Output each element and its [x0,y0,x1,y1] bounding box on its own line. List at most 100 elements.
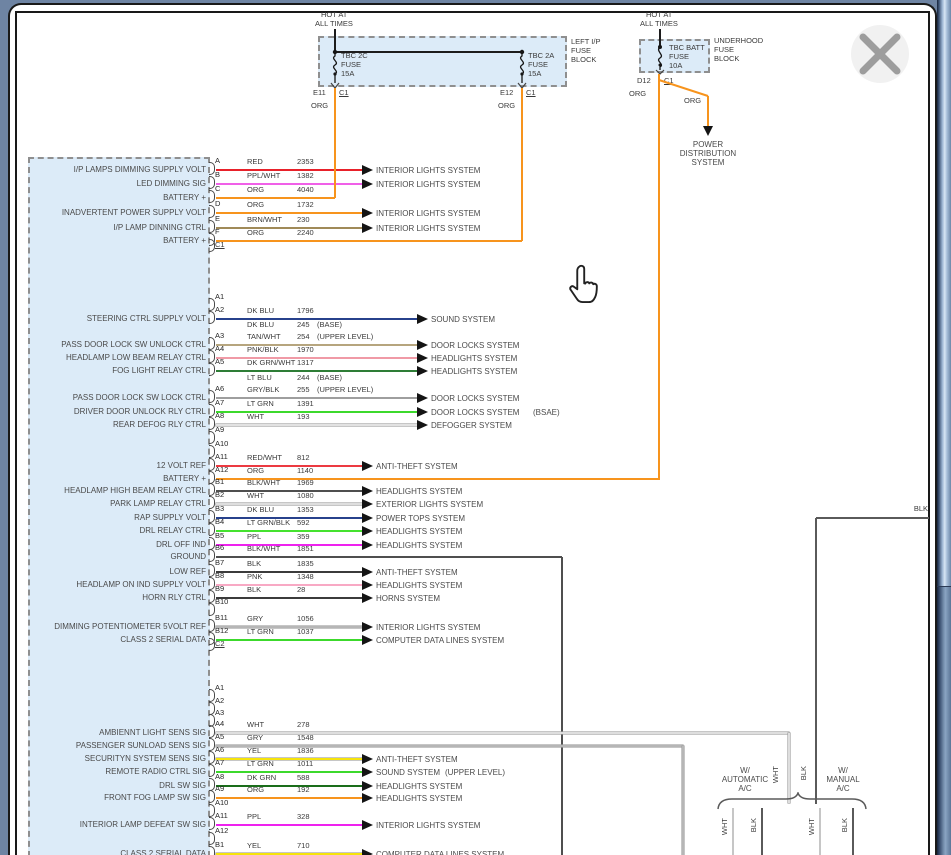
pin-label: A2 [215,306,224,314]
hand-cursor-icon [566,264,602,304]
system-destination-label: POWER TOPS SYSTEM [376,514,465,523]
flow-arrow-icon [362,513,373,523]
pin-label: B10 [215,598,228,606]
fuse-block-name: FUSE [714,46,734,54]
wire-D [216,212,362,214]
wire-color-spec: LT BLU [247,374,272,382]
flow-arrow-icon [362,165,373,175]
wire-color-spec: GRY/BLK [247,386,279,394]
system-destination-label: DEFOGGER SYSTEM [431,421,512,430]
flow-arrow-icon [417,314,428,324]
circuit-number: 592 [297,519,310,527]
option-label-manual-ac: MANUAL [811,775,875,784]
pin-label: B1 [215,841,224,849]
signal-label: DRL RELAY CTRL [30,526,206,535]
option-label-manual-ac: W/ [811,766,875,775]
wire-color-label: ORG [311,102,328,110]
wiring-diagram-canvas[interactable]: HOT ATALL TIMESLEFT I/PFUSEBLOCKTBC 2CFU… [0,0,951,855]
pin-label: B7 [215,559,224,567]
wire-B11 [216,626,362,628]
wire-color-spec: BLK/WHT [247,545,280,553]
flow-arrow-icon [362,208,373,218]
pin-label: A10 [215,440,228,448]
circuit-number: 1970 [297,346,314,354]
signal-label: HEADLAMP ON IND SUPPLY VOLT [30,580,206,589]
signal-label: STEERING CTRL SUPPLY VOLT [30,314,206,323]
wire-color-spec: LT GRN [247,628,274,636]
connector-label: C1 [339,89,349,97]
hot-at-label: ALL TIMES [315,20,353,28]
connector-label: C2 [215,640,225,648]
fuse-symbol [329,47,341,89]
circuit-number: 812 [297,454,310,462]
circuit-number: 278 [297,721,310,729]
wire-A8 [216,424,417,426]
pin-label: A12 [215,827,228,835]
circuit-number: 1317 [297,359,314,367]
wire-color-spec: ORG [247,786,264,794]
signal-label: HORN RLY CTRL [30,593,206,602]
wire-color-spec: LT GRN/BLK [247,519,290,527]
wire-color-spec: BRN/WHT [247,216,282,224]
wire-color-spec: PPL/WHT [247,172,280,180]
wire-color-label-vertical: WHT [720,818,729,835]
system-destination-label: ANTI-THEFT SYSTEM [376,755,458,764]
signal-label: PASS DOOR LOCK SW UNLOCK CTRL [30,340,206,349]
close-button[interactable] [851,25,909,83]
wire-color-spec: DK BLU [247,307,274,315]
system-destination-label: HEADLIGHTS SYSTEM [431,367,517,376]
wire-color-label: ORG [498,102,515,110]
wire-B5 [216,544,362,546]
flow-arrow-icon [417,420,428,430]
ac-option-wire [819,808,821,855]
wire-color-spec: RED [247,158,263,166]
variant-note: (BSAE) [533,408,560,417]
wire-C [216,197,335,199]
wire-A11 [216,824,362,826]
wire-color-label-vertical: WHT [807,818,816,835]
flow-arrow-icon [362,635,373,645]
scrollbar[interactable] [937,0,951,855]
wire-color-spec: ORG [247,201,264,209]
wire-F-vertical [521,88,523,241]
wire-color-spec: GRY [247,734,263,742]
signal-label: CLASS 2 SERIAL DATA [30,635,206,644]
pin-label: A7 [215,399,224,407]
system-destination-label: HEADLIGHTS SYSTEM [376,527,462,536]
flow-arrow-icon [362,622,373,632]
wire-A5 [216,745,683,747]
circuit-number: 4040 [297,186,314,194]
wire-color-spec: DK BLU [247,506,274,514]
wire-A5 [216,370,417,372]
variant-note: (UPPER LEVEL) [445,768,505,777]
wire-color-spec: ORG [247,186,264,194]
fuse-symbol [654,43,666,77]
option-label-automatic-ac: W/ [713,766,777,775]
system-destination-label: DOOR LOCKS SYSTEM [431,341,519,350]
wire-color-spec: PNK/BLK [247,346,279,354]
fuse-name: 15A [528,70,541,78]
option-label-automatic-ac: A/C [713,784,777,793]
wire-B6-vertical [561,557,563,855]
circuit-number: 1353 [297,506,314,514]
system-destination-label: ANTI-THEFT SYSTEM [376,462,458,471]
pin-label: A6 [215,385,224,393]
circuit-number: 254 [297,333,310,341]
close-icon [851,25,909,83]
wire-color-spec: GRY [247,615,263,623]
circuit-number: 1836 [297,747,314,755]
signal-label: 12 VOLT REF [30,461,206,470]
variant-note: (BASE) [317,374,342,382]
system-destination-label: INTERIOR LIGHTS SYSTEM [376,224,480,233]
wire-B9 [216,597,362,599]
wire-color-spec: BLK [247,586,261,594]
flow-arrow-icon [362,461,373,471]
pin-label: A9 [215,785,224,793]
option-label-automatic-ac: AUTOMATIC [713,775,777,784]
fuse-block-name: LEFT I/P [571,38,600,46]
wire-B4 [216,530,362,532]
scrollbar-track-lower[interactable] [937,586,951,855]
flow-arrow-icon [362,179,373,189]
flow-arrow-icon [362,567,373,577]
system-destination-label: HEADLIGHTS SYSTEM [376,541,462,550]
